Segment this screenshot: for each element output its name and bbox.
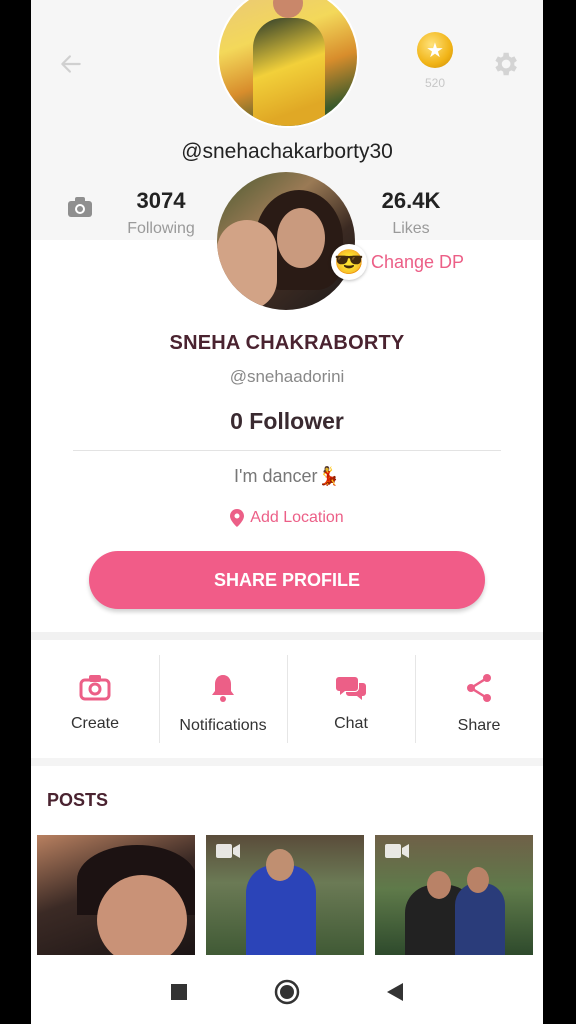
- cover-avatar-face: [273, 0, 303, 18]
- post-subject: [455, 883, 505, 955]
- post-thumbnail[interactable]: [206, 835, 364, 955]
- chat-label: Chat: [334, 715, 368, 732]
- home-button[interactable]: [273, 978, 301, 1006]
- circle-icon: [274, 979, 300, 1005]
- location-pin-icon: [230, 509, 245, 527]
- bell-icon: [212, 675, 234, 702]
- change-dp-button[interactable]: 😎 Change DP: [331, 244, 464, 280]
- following-count: 3074: [136, 188, 186, 213]
- back-arrow-icon: [61, 55, 81, 73]
- camera-icon[interactable]: [67, 196, 93, 218]
- sunglasses-emoji-icon: 😎: [331, 244, 367, 280]
- add-location-label: Add Location: [250, 509, 344, 526]
- share-label: Share: [457, 717, 501, 734]
- avatar-arm: [217, 220, 277, 310]
- profile-screen: ★ 520 @snehachakarborty30 3074 Following…: [31, 0, 543, 1024]
- profile-username: @snehachakarborty30: [181, 140, 393, 163]
- post-thumbnail[interactable]: [37, 835, 195, 955]
- profile-handle: @snehaadorini: [229, 367, 345, 386]
- section-separator: [31, 758, 543, 766]
- cover-avatar-body: [253, 18, 325, 126]
- divider: [73, 450, 501, 451]
- avatar-face: [277, 208, 325, 268]
- create-button[interactable]: Create: [31, 655, 159, 743]
- settings-button[interactable]: [487, 46, 523, 82]
- share-profile-button[interactable]: SHARE PROFILE: [89, 551, 485, 609]
- recents-button[interactable]: [165, 978, 193, 1006]
- camera-icon: [79, 675, 111, 701]
- posts-heading: POSTS: [47, 790, 109, 810]
- square-icon: [171, 984, 187, 1000]
- video-camera-icon: [385, 844, 409, 858]
- add-location-link[interactable]: Add Location: [31, 509, 543, 527]
- gear-icon: [495, 52, 517, 76]
- share-icon: [467, 674, 491, 702]
- chat-button[interactable]: Chat: [287, 655, 415, 743]
- share-button[interactable]: Share: [415, 655, 543, 743]
- notifications-label: Notifications: [179, 717, 267, 734]
- likes-stat[interactable]: 26.4K Likes: [361, 188, 461, 238]
- likes-count: 26.4K: [381, 188, 441, 213]
- followers-count[interactable]: 0 Follower: [31, 408, 543, 435]
- change-dp-label: Change DP: [371, 251, 465, 272]
- section-separator: [31, 632, 543, 640]
- video-camera-icon: [216, 844, 240, 858]
- post-subject-head: [427, 871, 451, 899]
- notifications-button[interactable]: Notifications: [159, 655, 287, 743]
- create-label: Create: [70, 715, 120, 732]
- triangle-back-icon: [387, 983, 403, 1001]
- following-label: Following: [127, 220, 195, 237]
- post-thumbnail[interactable]: [375, 835, 533, 955]
- bio-text: I'm dancer💃: [234, 466, 340, 486]
- back-nav-button[interactable]: [381, 978, 409, 1006]
- system-nav-bar: [31, 960, 543, 1024]
- post-subject-head: [266, 849, 294, 881]
- full-name: SNEHA CHAKRABORTY: [169, 332, 405, 354]
- post-subject-face: [97, 875, 187, 955]
- back-button[interactable]: [53, 46, 89, 82]
- post-subject-head: [467, 867, 489, 893]
- coin-icon[interactable]: ★: [417, 32, 453, 68]
- profile-avatar[interactable]: [217, 172, 355, 310]
- coin-count: 520: [424, 76, 446, 90]
- likes-label: Likes: [392, 220, 430, 237]
- chat-icon: [336, 677, 366, 700]
- following-stat[interactable]: 3074 Following: [115, 188, 207, 238]
- action-bar: Create Notifications Chat Share: [31, 655, 543, 743]
